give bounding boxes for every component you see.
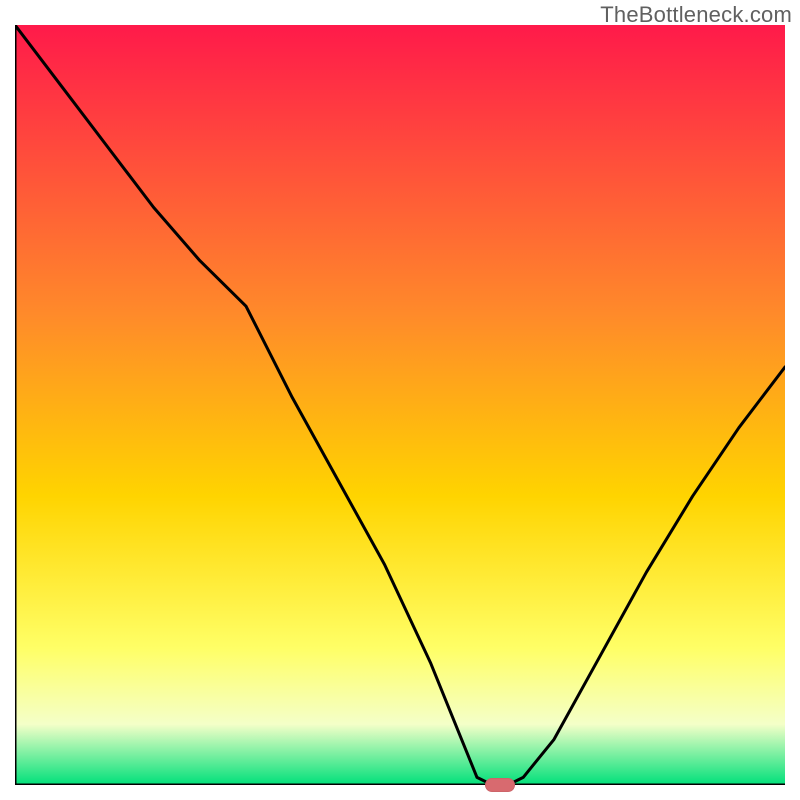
plot-svg [15, 25, 785, 785]
plot-area [15, 25, 785, 785]
gradient-panel [15, 25, 785, 785]
chart-canvas: TheBottleneck.com [0, 0, 800, 800]
optimal-marker [485, 778, 516, 792]
